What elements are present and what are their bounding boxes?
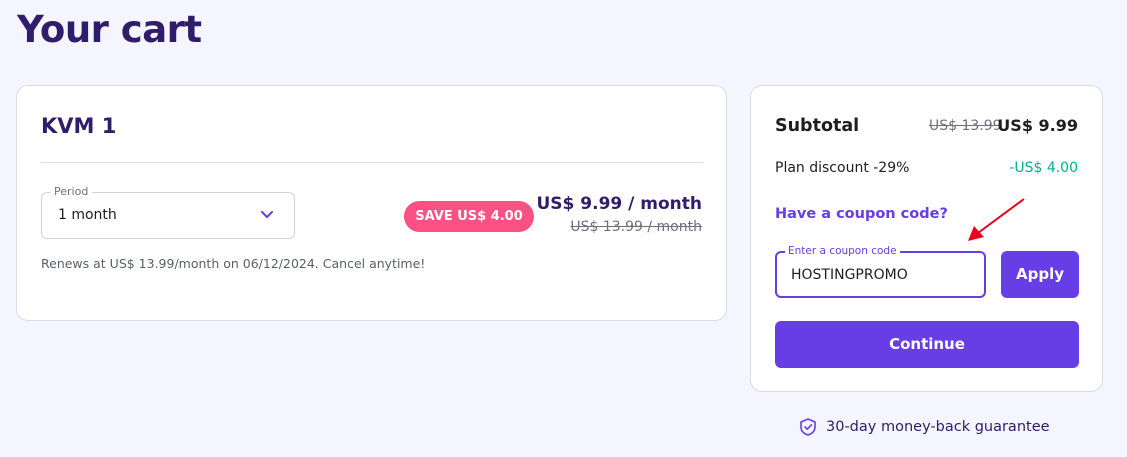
discount-label: Plan discount -29% [775,160,910,176]
guarantee-text: 30-day money-back guarantee [826,419,1050,435]
shield-check-icon [800,418,816,436]
price-original: US$ 13.99 / month [570,219,702,235]
period-value: 1 month [58,207,117,223]
discount-value: -US$ 4.00 [1009,160,1078,176]
price-current: US$ 9.99 / month [536,194,702,214]
coupon-field[interactable]: Enter a coupon code [775,245,986,298]
coupon-toggle-link[interactable]: Have a coupon code? [775,206,948,222]
cart-item-card: KVM 1 Period 1 month SAVE US$ 4.00 US$ 9… [16,85,727,321]
save-badge: SAVE US$ 4.00 [404,201,534,232]
subtotal-original: US$ 13.99 [929,118,1002,134]
coupon-label: Enter a coupon code [785,245,900,257]
coupon-input[interactable] [791,265,971,285]
renewal-note: Renews at US$ 13.99/month on 06/12/2024.… [41,256,426,271]
period-select[interactable]: Period 1 month [41,185,295,239]
plan-name: KVM 1 [41,114,117,138]
money-back-guarantee: 30-day money-back guarantee [798,416,1050,438]
apply-button[interactable]: Apply [1001,251,1079,298]
order-summary-card: Subtotal US$ 13.99 US$ 9.99 Plan discoun… [750,85,1103,392]
chevron-down-icon [261,211,273,218]
subtotal-current: US$ 9.99 [997,116,1078,135]
page-title: Your cart [17,8,202,51]
divider [41,162,703,163]
period-label: Period [50,185,93,198]
continue-button[interactable]: Continue [775,321,1079,368]
subtotal-label: Subtotal [775,116,860,136]
